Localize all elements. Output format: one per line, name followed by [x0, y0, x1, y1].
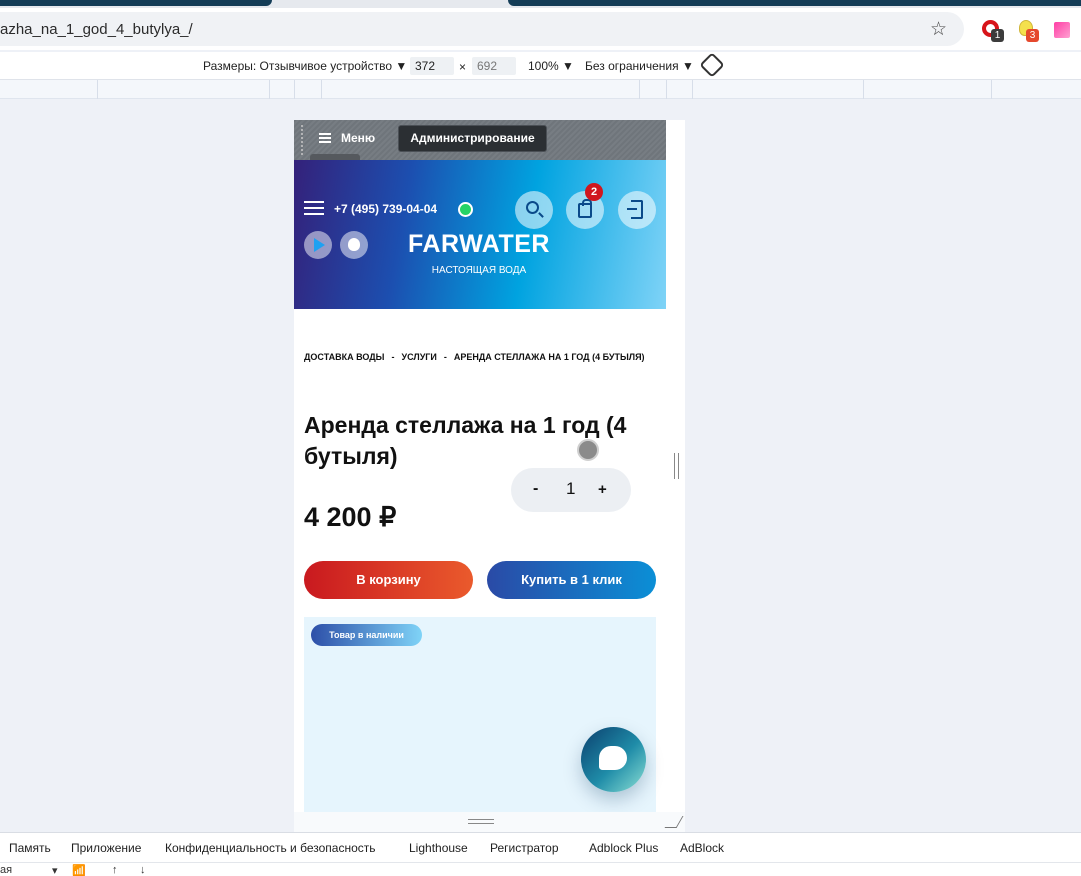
admin-bar: Меню Администрирование	[294, 120, 666, 160]
buy-one-click-button[interactable]: Купить в 1 клик	[487, 561, 656, 599]
logo-tagline: НАСТОЯЩАЯ ВОДА	[431, 265, 527, 276]
breadcrumb-item[interactable]: УСЛУГИ	[402, 352, 437, 362]
dimensions-select[interactable]: Размеры: Отзывчивое устройство ▼	[203, 59, 407, 73]
tab-adblock[interactable]: AdBlock	[680, 841, 724, 855]
tab-recorder[interactable]: Регистратор	[490, 841, 559, 855]
admin-menu-icon[interactable]	[319, 133, 331, 143]
arrow-up-icon[interactable]: ↑	[112, 864, 118, 876]
page-title: Аренда стеллажа на 1 год (4 бутыля)	[304, 412, 627, 469]
tab-left[interactable]	[0, 0, 272, 6]
throttle-select[interactable]: Без ограничения ▼	[585, 59, 694, 73]
google-play-button[interactable]	[304, 231, 332, 259]
chevron-down-icon[interactable]: ▾	[52, 864, 58, 876]
drag-handle-icon[interactable]	[300, 124, 304, 156]
arrow-down-icon[interactable]: ↓	[140, 864, 146, 876]
product-price: 4 200 ₽	[304, 502, 397, 532]
chat-button[interactable]	[581, 727, 646, 792]
hamburger-icon[interactable]	[304, 201, 324, 215]
search-icon	[526, 201, 539, 214]
bulb-extension-icon[interactable]: 3	[1017, 20, 1039, 42]
cart-count-badge: 2	[585, 183, 603, 201]
device-viewport: Меню Администрирование +7 (495) 739-04-0…	[294, 120, 685, 832]
breadcrumb-separator: -	[391, 352, 395, 362]
device-toolbar: Размеры: Отзывчивое устройство ▼ 372 × 6…	[0, 52, 1081, 80]
tab-privacy-security[interactable]: Конфиденциальность и безопасность	[165, 841, 376, 855]
touch-cursor	[577, 439, 599, 461]
shopping-bag-icon	[578, 199, 592, 218]
google-play-icon	[314, 238, 325, 252]
product-image: Товар в наличии	[304, 617, 656, 822]
height-input[interactable]: 692	[472, 57, 516, 75]
wifi-icon[interactable]: 📶	[72, 864, 86, 876]
chat-bubble-icon	[599, 746, 627, 770]
add-to-cart-button[interactable]: В корзину	[304, 561, 473, 599]
extension-badge: 3	[1026, 29, 1039, 42]
url-text[interactable]: azha_na_1_god_4_butylya_/	[0, 21, 193, 38]
foot-text: ая	[0, 864, 13, 876]
zoom-select[interactable]: 100% ▼	[528, 59, 574, 73]
address-bar[interactable]: azha_na_1_god_4_butylya_/ ☆	[0, 12, 964, 46]
login-button[interactable]	[618, 191, 656, 229]
breadcrumb: ДОСТАВКА ВОДЫ - УСЛУГИ - АРЕНДА СТЕЛЛАЖА НА …	[304, 344, 656, 370]
bookmark-star-icon[interactable]: ☆	[930, 18, 947, 40]
resize-handle-icon[interactable]	[468, 819, 494, 824]
search-button[interactable]	[515, 191, 553, 229]
qty-value[interactable]: 1	[566, 479, 575, 499]
width-input[interactable]: 372	[410, 57, 454, 75]
tab-right[interactable]	[508, 0, 1081, 6]
opera-adblock-icon[interactable]: 1	[982, 20, 1004, 42]
in-stock-badge: Товар в наличии	[311, 624, 422, 646]
viewport-resize-bar	[294, 812, 685, 832]
breadcrumb-separator: -	[443, 352, 447, 362]
site-header: +7 (495) 739-04-04 2 FARWATER НАСТОЯЩАЯ …	[294, 160, 666, 309]
breadcrumb-item[interactable]: ДОСТАВКА ВОДЫ	[304, 352, 385, 362]
times-sign: ×	[459, 60, 467, 74]
whatsapp-icon[interactable]	[458, 202, 473, 217]
extension-badge: 1	[991, 29, 1004, 42]
side-resize-handle-icon[interactable]	[674, 453, 679, 479]
devtools-tabbar: Память Приложение Конфиденциальность и б…	[0, 832, 1081, 862]
tab-memory[interactable]: Память	[9, 841, 51, 855]
phone-link[interactable]: +7 (495) 739-04-04	[334, 202, 437, 216]
app-store-button[interactable]	[340, 231, 368, 259]
qty-plus-button[interactable]: +	[598, 481, 607, 498]
tab-strip	[0, 0, 1081, 8]
admin-button[interactable]: Администрирование	[398, 125, 547, 152]
site-logo[interactable]: FARWATER	[404, 230, 554, 259]
corner-resize-icon[interactable]	[664, 816, 684, 828]
pink-extension-icon[interactable]	[1054, 22, 1070, 38]
tab-application[interactable]: Приложение	[71, 841, 141, 855]
breadcrumb-current: АРЕНДА СТЕЛЛАЖА НА 1 ГОД (4 БУТЫЛЯ)	[453, 352, 645, 362]
browser-toolbar: azha_na_1_god_4_butylya_/ ☆ 1 3	[0, 8, 1081, 50]
rotate-icon[interactable]	[699, 52, 725, 78]
tab-lighthouse[interactable]: Lighthouse	[409, 841, 468, 855]
media-query-ruler[interactable]	[0, 80, 1081, 99]
qty-minus-button[interactable]: -	[533, 480, 538, 498]
devtools-footer: ая ▾ 📶 ↑ ↓	[0, 862, 1081, 876]
quantity-stepper: - 1 +	[511, 468, 631, 512]
tab-adblock-plus[interactable]: Adblock Plus	[589, 841, 658, 855]
apple-icon	[348, 238, 360, 251]
admin-menu-label[interactable]: Меню	[341, 131, 375, 145]
